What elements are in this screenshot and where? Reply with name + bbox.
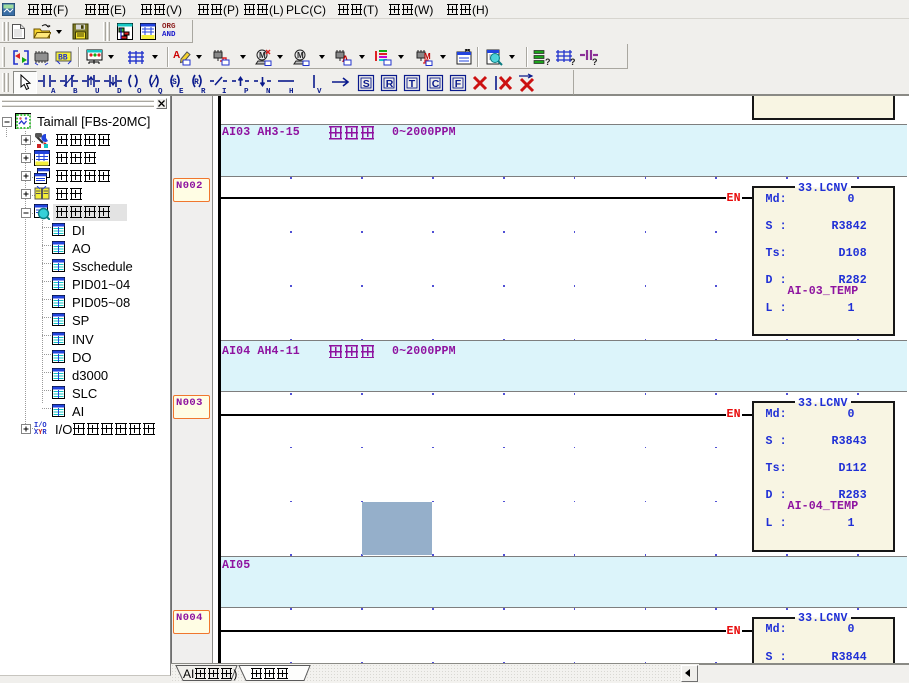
svg-text:U: U [95,88,100,94]
svg-text:?: ? [545,57,551,66]
svg-text:A: A [51,88,56,94]
svg-text:Q: Q [158,88,163,94]
svg-text:H: H [289,88,294,94]
svg-text:P: P [244,88,249,94]
svg-text:V: V [317,88,322,94]
svg-text:B: B [73,88,78,94]
svg-text:I: I [222,88,227,94]
svg-text:E: E [179,88,184,94]
svg-text:D: D [117,88,122,94]
svg-text:N: N [266,88,271,94]
svg-text:R: R [386,78,394,90]
svg-text:BB: BB [58,54,68,63]
svg-text:S: S [363,78,370,90]
svg-text:A: A [173,50,180,61]
svg-text:S: S [172,78,177,87]
svg-text:M: M [297,51,304,60]
svg-text:?: ? [570,57,576,66]
svg-text:O: O [137,88,142,94]
svg-text:R: R [194,78,199,87]
svg-text:F: F [455,78,462,90]
svg-text:M: M [259,51,266,60]
svg-text:?: ? [592,57,598,66]
svg-text:T: T [409,78,416,90]
svg-text:C: C [432,78,440,90]
svg-text:R: R [201,88,206,94]
